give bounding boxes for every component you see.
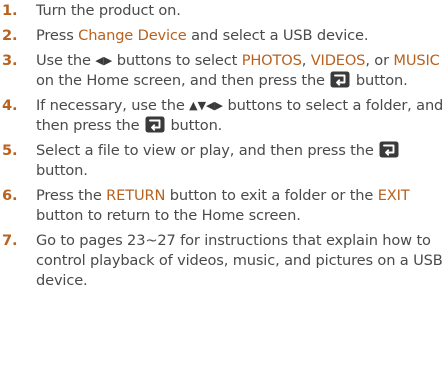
highlighted-term: RETURN — [106, 187, 166, 204]
step-text: Press Change Device and select a USB dev… — [36, 27, 369, 44]
step-text-run: and select a USB device. — [186, 27, 369, 44]
enter-button-icon — [379, 141, 399, 158]
step-text-run: Press the — [36, 187, 107, 204]
highlighted-term: PHOTOS — [241, 52, 302, 69]
step-text: Use the ◀▶ buttons to select PHOTOS, VID… — [36, 52, 440, 89]
step-text-run: on the Home screen, and then press the — [36, 72, 330, 89]
step-item: 2. Press Change Device and select a USB d… — [0, 26, 447, 46]
step-item: 5. Select a file to view or play, and the… — [0, 141, 447, 181]
step-item: 4. If necessary, use the ▲▼◀▶ buttons to … — [0, 96, 447, 136]
step-text-run: button. — [351, 72, 408, 89]
step-text-run: Select a file to view or play, and then … — [36, 142, 379, 159]
step-text: Press the RETURN button to exit a folder… — [36, 187, 410, 224]
step-number: 5. — [2, 142, 18, 159]
enter-button-icon — [330, 71, 350, 88]
step-text-run: Press — [36, 27, 79, 44]
step-text-run: button. — [36, 162, 88, 179]
step-number: 1. — [2, 2, 18, 19]
step-text: Go to pages 23~27 for instructions that … — [36, 232, 443, 289]
step-text: Turn the product on. — [36, 2, 181, 19]
step-text-run: Use the — [36, 52, 96, 69]
step-number: 4. — [2, 97, 18, 114]
step-number: 3. — [2, 52, 18, 69]
highlighted-term: EXIT — [377, 187, 410, 204]
step-text-run: Go to pages 23~27 for instructions that … — [36, 232, 443, 289]
step-item: 6. Press the RETURN button to exit a fold… — [0, 186, 447, 226]
step-text-run: button to exit a folder or the — [165, 187, 378, 204]
step-text-run: button. — [165, 117, 223, 134]
step-text-run: , or — [365, 52, 394, 69]
step-item: 7. Go to pages 23~27 for instructions tha… — [0, 231, 447, 291]
step-number: 7. — [2, 232, 18, 249]
left-right-arrow-buttons-icon: ◀▶ — [95, 54, 113, 67]
step-text-run: If necessary, use the — [36, 97, 190, 114]
highlighted-term: VIDEOS — [310, 52, 366, 69]
instruction-steps: 1. Turn the product on. 2. Press Change Dev… — [0, 0, 447, 291]
step-text-run: button to return to the Home screen. — [36, 207, 301, 224]
step-item: 3. Use the ◀▶ buttons to select PHOTOS, V… — [0, 51, 447, 91]
step-item: 1. Turn the product on. — [0, 1, 447, 21]
four-way-arrow-buttons-icon: ▲▼◀▶ — [189, 99, 223, 112]
highlighted-term: Change Device — [78, 27, 187, 44]
highlighted-term: MUSIC — [393, 52, 440, 69]
step-number: 6. — [2, 187, 18, 204]
step-text: If necessary, use the ▲▼◀▶ buttons to se… — [36, 97, 443, 134]
step-text: Select a file to view or play, and then … — [36, 141, 400, 179]
step-text-run: , — [301, 52, 311, 69]
enter-button-icon — [145, 116, 165, 133]
step-number: 2. — [2, 27, 18, 44]
step-text-run: Turn the product on. — [36, 2, 181, 19]
step-text-run: buttons to select — [112, 52, 242, 69]
